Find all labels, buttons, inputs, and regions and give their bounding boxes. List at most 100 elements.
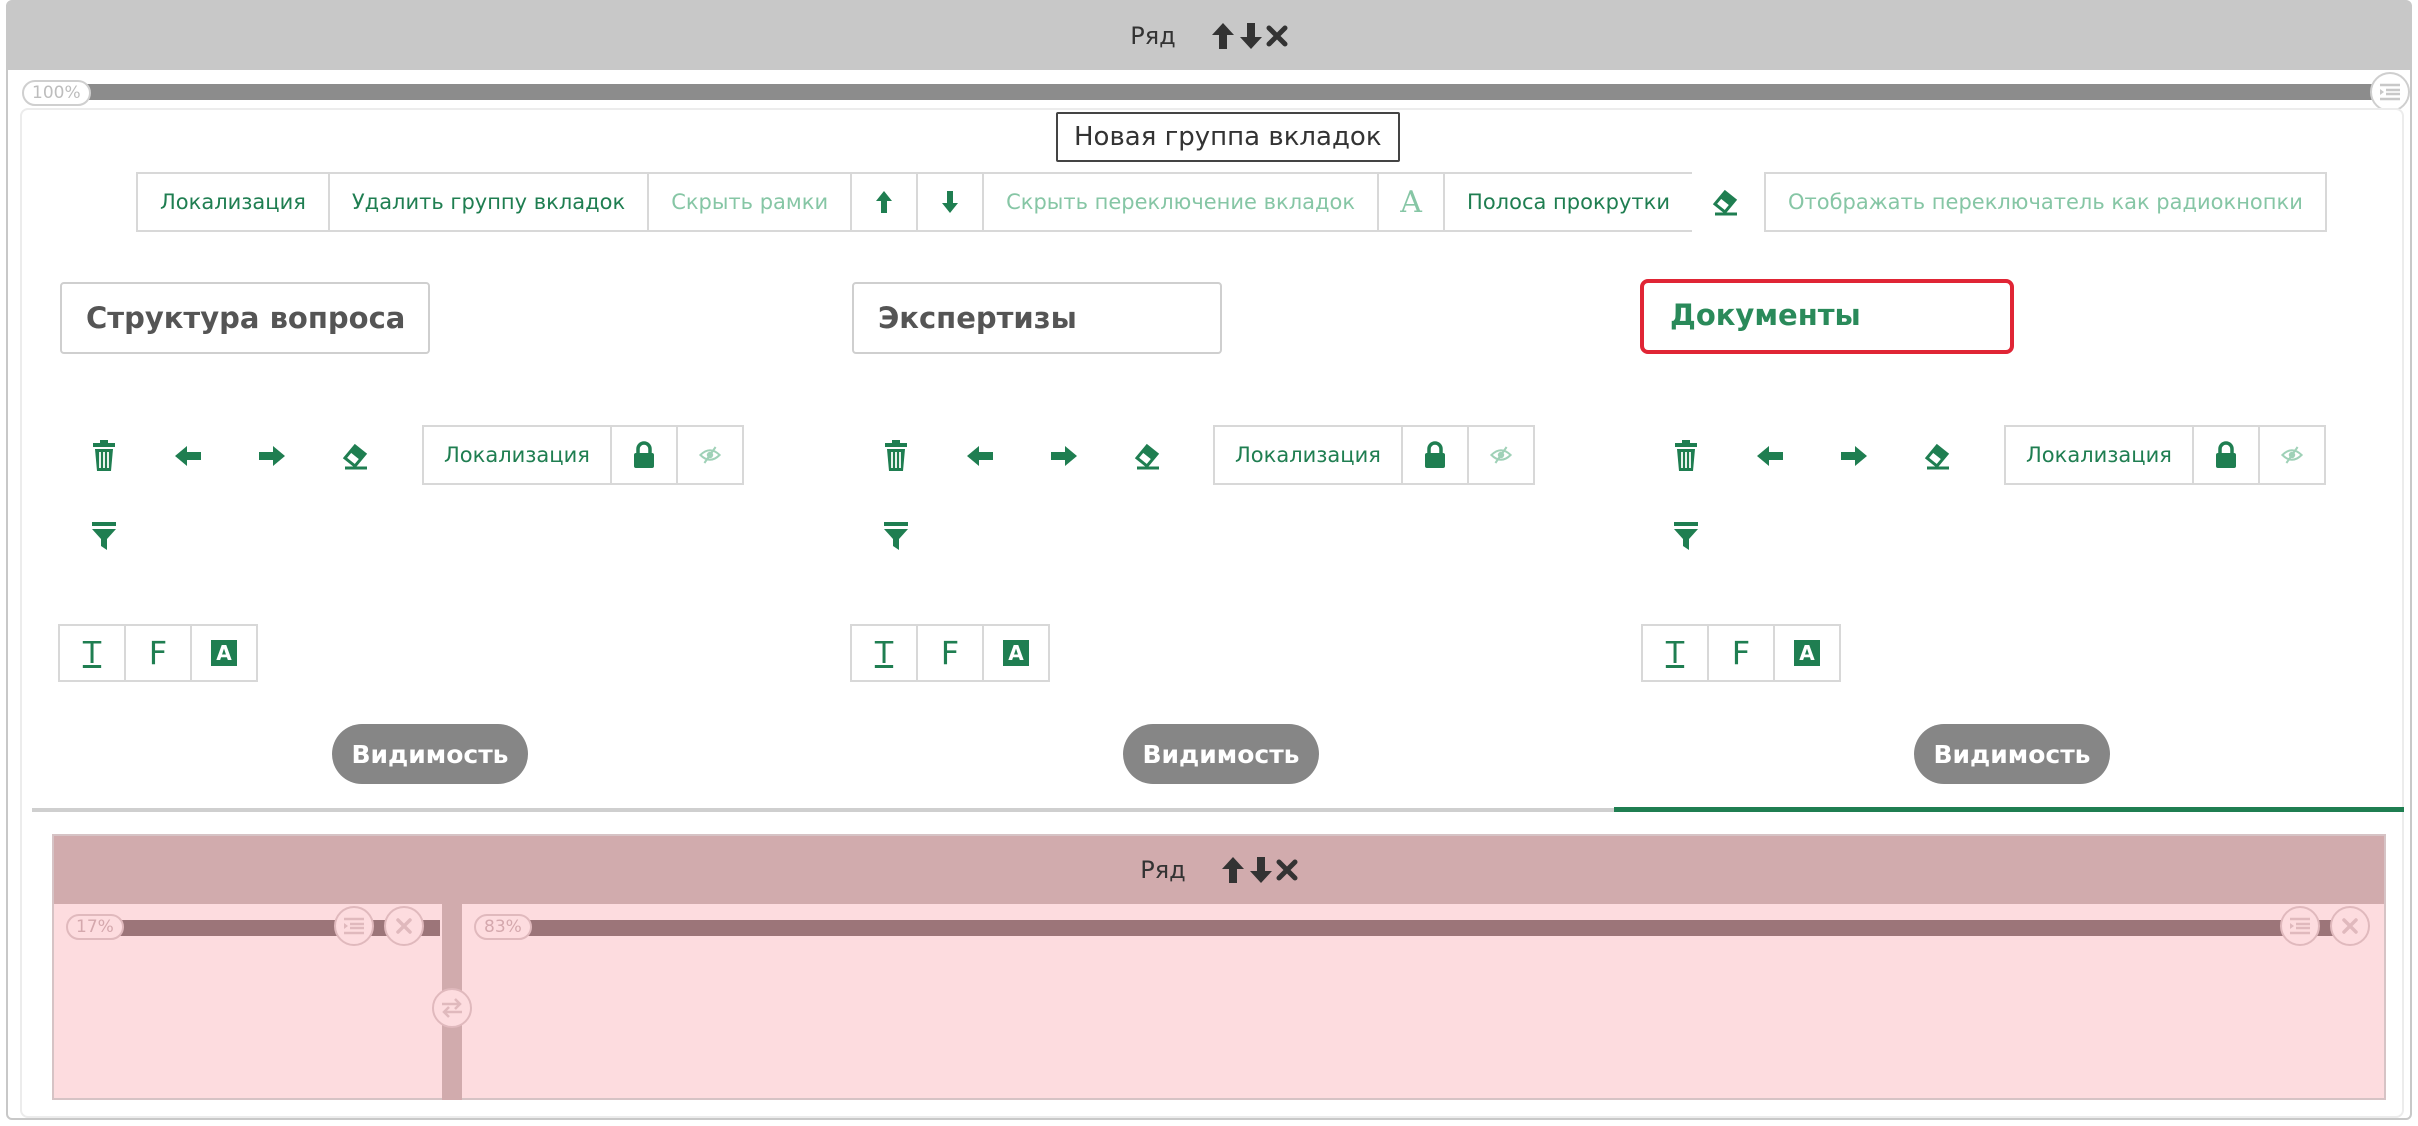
visibility-button[interactable]: Видимость xyxy=(1914,724,2110,784)
lock-icon xyxy=(633,441,654,468)
close-icon[interactable] xyxy=(1266,25,1288,47)
text-format-icon: T xyxy=(82,635,102,671)
font-button[interactable]: A xyxy=(1377,172,1446,232)
delete-tab-button[interactable] xyxy=(1666,436,1706,476)
nested-row-header: Ряд xyxy=(54,836,2384,904)
arrow-right-icon xyxy=(259,446,285,466)
hide-frames-button[interactable]: Скрыть рамки xyxy=(647,172,853,232)
hide-tab-button[interactable] xyxy=(2257,425,2326,485)
delete-tab-group-button[interactable]: Удалить группу вкладок xyxy=(327,172,650,232)
filter-icon xyxy=(92,522,116,550)
column-settings-button[interactable] xyxy=(2370,72,2410,112)
hide-tab-button[interactable] xyxy=(1466,425,1535,485)
eraser-button[interactable] xyxy=(1691,172,1760,232)
visibility-button[interactable]: Видимость xyxy=(1123,724,1319,784)
move-tab-left-button[interactable] xyxy=(960,436,1000,476)
font-icon: A xyxy=(1400,184,1422,220)
lock-button[interactable] xyxy=(1400,425,1469,485)
text-format-button[interactable]: T xyxy=(58,624,126,682)
trash-icon xyxy=(93,440,115,471)
font-format-button[interactable]: F xyxy=(124,624,192,682)
font-format-button[interactable]: F xyxy=(1707,624,1775,682)
font-format-icon: F xyxy=(1731,634,1751,672)
move-tab-right-button[interactable] xyxy=(1834,436,1874,476)
visibility-button[interactable]: Видимость xyxy=(332,724,528,784)
text-format-button[interactable]: T xyxy=(850,624,918,682)
text-format-icon: T xyxy=(1665,635,1685,671)
tab-localization-button[interactable]: Локализация xyxy=(1213,425,1403,485)
font-format-button[interactable]: F xyxy=(916,624,984,682)
move-up-icon[interactable] xyxy=(1220,855,1246,885)
style-format-button[interactable]: A xyxy=(982,624,1050,682)
move-tab-right-button[interactable] xyxy=(252,436,292,476)
filter-button[interactable] xyxy=(1666,516,1706,556)
tab-localization-button[interactable]: Локализация xyxy=(422,425,612,485)
column-1-settings-button[interactable] xyxy=(334,906,374,946)
tab-localization-button[interactable]: Локализация xyxy=(2004,425,2194,485)
hide-tab-switch-button[interactable]: Скрыть переключение вкладок xyxy=(982,172,1380,232)
clear-tab-button[interactable] xyxy=(1128,436,1168,476)
tab-group-name[interactable]: Новая группа вкладок xyxy=(1056,112,1400,162)
nested-row-controls xyxy=(1220,855,1298,885)
tab-access-group: Локализация xyxy=(422,425,744,485)
style-format-icon: A xyxy=(211,640,237,666)
tab-title-expertise[interactable]: Экспертизы xyxy=(852,282,1222,354)
move-tab-right-button[interactable] xyxy=(1044,436,1084,476)
filter-button[interactable] xyxy=(84,516,124,556)
row-controls xyxy=(1210,21,1288,51)
move-group-down-button[interactable] xyxy=(916,172,985,232)
style-format-button[interactable]: A xyxy=(1773,624,1841,682)
radio-switch-button[interactable]: Отображать переключатель как радиокнопки xyxy=(1763,172,2327,232)
column-width-percent: 100% xyxy=(22,80,91,106)
column-1-width-percent: 17% xyxy=(66,914,124,940)
delete-tab-button[interactable] xyxy=(876,436,916,476)
filter-button[interactable] xyxy=(876,516,916,556)
tab-format-group: T F A xyxy=(850,624,1050,682)
close-icon[interactable] xyxy=(1276,859,1298,881)
eraser-icon xyxy=(1134,443,1160,470)
text-format-icon: T xyxy=(874,635,894,671)
column-2-remove-button[interactable] xyxy=(2330,906,2370,946)
close-icon xyxy=(396,918,412,934)
lock-icon xyxy=(2215,441,2236,468)
list-settings-icon xyxy=(2290,917,2310,935)
move-up-icon[interactable] xyxy=(1210,21,1236,51)
style-format-button[interactable]: A xyxy=(190,624,258,682)
column-2-width-bar[interactable] xyxy=(514,920,2344,936)
tab-access-group: Локализация xyxy=(2004,425,2326,485)
arrow-left-icon xyxy=(967,446,993,466)
localization-button[interactable]: Локализация xyxy=(136,172,330,232)
list-settings-icon xyxy=(344,917,364,935)
column-2-settings-button[interactable] xyxy=(2280,906,2320,946)
move-tab-left-button[interactable] xyxy=(168,436,208,476)
move-down-icon[interactable] xyxy=(1248,855,1274,885)
tab-title-structure[interactable]: Структура вопроса xyxy=(60,282,430,354)
eye-slash-icon xyxy=(698,446,721,464)
move-tab-left-button[interactable] xyxy=(1750,436,1790,476)
column-width-bar[interactable] xyxy=(68,84,2374,100)
eraser-icon xyxy=(1712,189,1738,216)
text-format-button[interactable]: T xyxy=(1641,624,1709,682)
close-icon xyxy=(2342,918,2358,934)
column-1-remove-button[interactable] xyxy=(384,906,424,946)
clear-tab-button[interactable] xyxy=(1918,436,1958,476)
move-group-up-button[interactable] xyxy=(850,172,919,232)
hide-tab-button[interactable] xyxy=(675,425,744,485)
clear-tab-button[interactable] xyxy=(336,436,376,476)
tab-format-group: T F A xyxy=(58,624,258,682)
tab-access-group: Локализация xyxy=(1213,425,1535,485)
swap-columns-button[interactable] xyxy=(432,988,472,1028)
tab-title-documents[interactable]: Документы xyxy=(1640,279,2014,354)
trash-icon xyxy=(885,440,907,471)
delete-tab-button[interactable] xyxy=(84,436,124,476)
move-down-icon[interactable] xyxy=(1238,21,1264,51)
nested-row-title: Ряд xyxy=(1140,856,1186,884)
scrollbar-button[interactable]: Полоса прокрутки xyxy=(1443,172,1694,232)
arrow-left-icon xyxy=(175,446,201,466)
lock-button[interactable] xyxy=(2191,425,2260,485)
tab-group-toolbar: Локализация Удалить группу вкладок Скрыт… xyxy=(136,172,2327,232)
lock-button[interactable] xyxy=(609,425,678,485)
row-header: Ряд xyxy=(8,2,2410,70)
filter-icon xyxy=(884,522,908,550)
eraser-icon xyxy=(342,443,368,470)
